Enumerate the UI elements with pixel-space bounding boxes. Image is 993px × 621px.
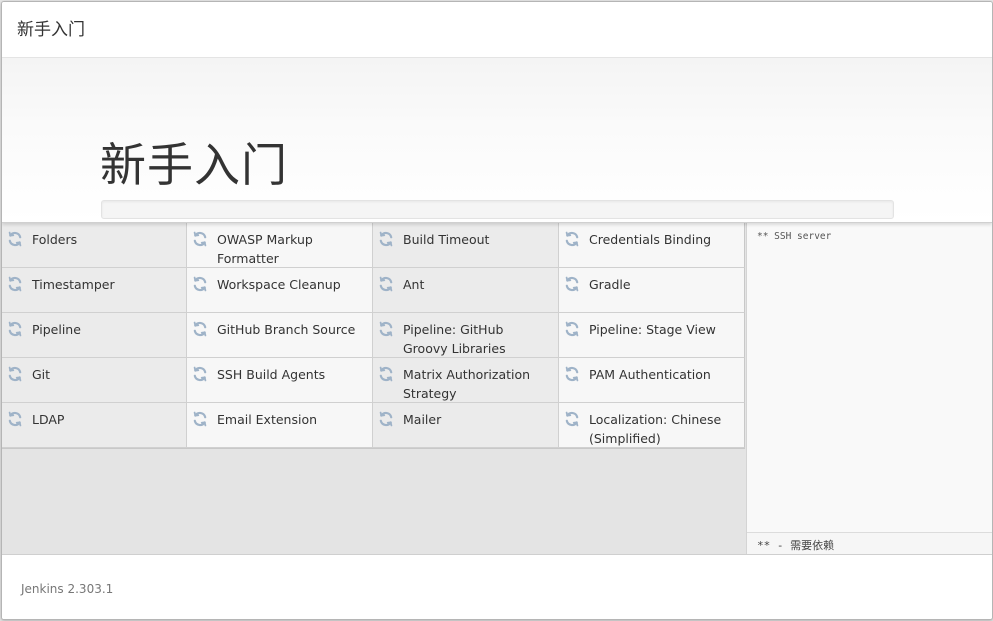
plugin-item[interactable]: Matrix Authorization Strategy <box>373 358 559 403</box>
dependency-legend-text: ** - 需要依赖 <box>757 539 835 552</box>
refresh-icon <box>192 411 208 427</box>
plugin-label: Build Timeout <box>403 232 490 247</box>
plugin-item[interactable]: Email Extension <box>187 403 373 448</box>
plugin-item[interactable]: Credentials Binding <box>559 223 745 268</box>
dialog-title: 新手入门 <box>17 20 85 40</box>
plugin-item[interactable]: LDAP <box>2 403 187 448</box>
refresh-icon <box>7 276 23 292</box>
refresh-icon <box>192 366 208 382</box>
refresh-icon <box>7 321 23 337</box>
dialog-footer: Jenkins 2.303.1 <box>2 554 992 619</box>
plugin-label: OWASP Markup Formatter <box>217 232 313 266</box>
refresh-icon <box>378 321 394 337</box>
hero-banner: 新手入门 <box>2 58 992 223</box>
refresh-icon <box>192 321 208 337</box>
refresh-icon <box>564 321 580 337</box>
refresh-icon <box>192 231 208 247</box>
plugin-label: Credentials Binding <box>589 232 712 247</box>
plugin-item[interactable]: Build Timeout <box>373 223 559 268</box>
plugin-label: Ant <box>403 277 425 292</box>
refresh-icon <box>564 411 580 427</box>
plugin-label: Pipeline: Stage View <box>589 322 716 337</box>
plugin-label: Matrix Authorization Strategy <box>403 367 531 401</box>
refresh-icon <box>7 231 23 247</box>
plugin-item[interactable]: Pipeline: GitHub Groovy Libraries <box>373 313 559 358</box>
plugin-item[interactable]: SSH Build Agents <box>187 358 373 403</box>
plugin-label: SSH Build Agents <box>217 367 326 382</box>
plugin-label: Email Extension <box>217 412 318 427</box>
plugin-label: PAM Authentication <box>589 367 711 382</box>
plugin-item[interactable]: Timestamper <box>2 268 187 313</box>
plugin-item[interactable]: OWASP Markup Formatter <box>187 223 373 268</box>
refresh-icon <box>378 231 394 247</box>
refresh-icon <box>564 231 580 247</box>
plugin-label: LDAP <box>32 412 65 427</box>
refresh-icon <box>7 411 23 427</box>
plugin-item[interactable]: Mailer <box>373 403 559 448</box>
plugin-label: Mailer <box>403 412 442 427</box>
jenkins-version: Jenkins 2.303.1 <box>21 582 114 596</box>
plugin-label: Pipeline <box>32 322 81 337</box>
refresh-icon <box>192 276 208 292</box>
plugin-label: Git <box>32 367 51 382</box>
refresh-icon <box>564 366 580 382</box>
plugin-grid: Folders OWASP Markup Formatter Build Timeo… <box>2 223 745 449</box>
plugin-label: GitHub Branch Source <box>217 322 356 337</box>
refresh-icon <box>564 276 580 292</box>
setup-wizard-dialog: 新手入门 新手入门 Folders OWASP Markup Formatter B… <box>1 1 993 620</box>
install-log-text: ** SSH server <box>757 231 832 242</box>
install-progress-bar <box>101 200 894 219</box>
plugin-item[interactable]: PAM Authentication <box>559 358 745 403</box>
plugin-item[interactable]: Git <box>2 358 187 403</box>
install-area: Folders OWASP Markup Formatter Build Timeo… <box>2 223 992 555</box>
plugin-item[interactable]: GitHub Branch Source <box>187 313 373 358</box>
plugin-label: Folders <box>32 232 78 247</box>
install-log-panel[interactable]: ** SSH server ** - 需要依赖 <box>746 223 992 555</box>
plugin-label: Gradle <box>589 277 631 292</box>
refresh-icon <box>378 276 394 292</box>
plugin-label: Localization: Chinese (Simplified) <box>589 412 722 446</box>
plugin-item[interactable]: Gradle <box>559 268 745 313</box>
refresh-icon <box>378 411 394 427</box>
plugin-item[interactable]: Pipeline: Stage View <box>559 313 745 358</box>
plugin-item[interactable]: Pipeline <box>2 313 187 358</box>
plugin-label: Pipeline: GitHub Groovy Libraries <box>403 322 506 356</box>
plugin-item[interactable]: Localization: Chinese (Simplified) <box>559 403 745 448</box>
plugin-label: Timestamper <box>32 277 115 292</box>
plugin-item[interactable]: Workspace Cleanup <box>187 268 373 313</box>
plugin-label: Workspace Cleanup <box>217 277 341 292</box>
dialog-header: 新手入门 <box>2 2 992 58</box>
plugin-item[interactable]: Folders <box>2 223 187 268</box>
hero-title: 新手入门 <box>100 138 288 192</box>
refresh-icon <box>7 366 23 382</box>
refresh-icon <box>378 366 394 382</box>
log-legend: ** - 需要依赖 <box>747 532 992 555</box>
plugin-item[interactable]: Ant <box>373 268 559 313</box>
